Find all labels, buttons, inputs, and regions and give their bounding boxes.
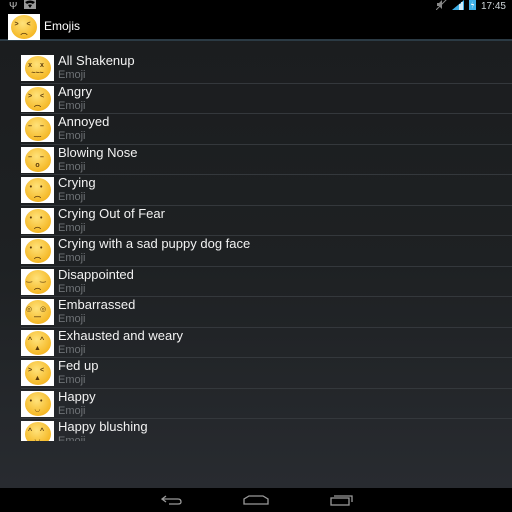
disappointed-relieved-face-icon: • • ︵ [24,239,51,263]
list-item[interactable]: > < ▲ Fed up Emoji [21,358,512,389]
emoji-thumbnail: • • ︵ [21,238,54,264]
item-title: Crying Out of Fear [58,205,165,221]
item-subtitle: Emoji [58,343,86,356]
emoji-thumbnail: ^ ^ ▲ [21,329,54,356]
recent-apps-button[interactable] [327,492,357,508]
list-item[interactable]: x x ~~~ All Shakenup Emoji [21,53,512,84]
fearful-face-icon: • • ︵ [24,208,51,233]
recent-apps-icon [330,495,353,506]
list-item[interactable]: – – o Blowing Nose Emoji [21,144,512,175]
item-title: Exhausted and weary [58,327,184,343]
app-icon[interactable]: > < ︵ [8,14,40,40]
item-subtitle: Emoji [58,191,86,203]
list-item[interactable]: • • ︵ Crying Emoji [21,175,512,206]
list-item[interactable]: > < ︵ Angry Emoji [21,83,512,114]
crying-face-icon: • • ︵ [24,178,51,202]
emoji-thumbnail: • • ︵ [21,207,54,234]
list-item[interactable]: • • ◡ Happy Emoji [21,388,512,419]
angry-face-icon: > < ︵ [24,86,51,111]
item-title: All Shakenup [58,53,135,68]
item-subtitle: Emoji [58,99,86,112]
item-subtitle: Emoji [58,313,86,325]
back-icon [161,495,182,505]
item-subtitle: Emoji [58,130,86,142]
signal-icon [451,0,464,14]
tired-face-icon: > < ▲ [24,361,51,385]
list-item[interactable]: ^ ^ ▲ Exhausted and weary Emoji [21,327,512,358]
item-subtitle: Emoji [58,160,86,173]
emoji-thumbnail: ‿ ‿ ︵ [21,268,54,295]
emoji-thumbnail: x x ~~~ [21,55,54,81]
battery-icon [468,0,476,14]
item-subtitle: Emoji [58,374,86,386]
usb-icon: Ψ [9,1,18,12]
navigation-bar [0,488,512,512]
item-title: Happy blushing [58,419,148,434]
emoji-list-container: x x ~~~ All Shakenup Emoji > < ︵ Angry Emoji – –… [0,41,512,488]
back-button[interactable] [157,492,187,508]
list-item[interactable]: ‿ ‿ ︵ Disappointed Emoji [21,266,512,297]
emoji-list[interactable]: x x ~~~ All Shakenup Emoji > < ︵ Angry Emoji – –… [21,53,512,441]
item-subtitle: Emoji [58,282,86,295]
status-bar: Ψ 17:45 [0,0,512,13]
emoji-thumbnail: > < ▲ [21,360,54,386]
item-title: Angry [58,83,92,99]
emoji-thumbnail: – – o [21,146,54,173]
confounded-face-icon: x x ~~~ [24,56,51,80]
emoji-thumbnail: > < ︵ [21,85,54,112]
emoji-thumbnail: – – ﹏ [21,116,54,142]
mute-icon [435,0,447,14]
grinning-face-icon: • • ◡ [24,391,51,416]
disappointed-face-icon: ‿ ‿ ︵ [24,269,51,294]
list-item[interactable]: • • ︵ Crying with a sad puppy dog face Emoj… [21,236,512,267]
blushing-face-icon: ^ ^ ◡ [24,422,51,441]
item-title: Crying with a sad puppy dog face [58,236,251,251]
emoji-thumbnail: • • ◡ [21,390,54,417]
emoji-thumbnail: ◎ ◎ — [21,299,54,325]
weary-face-icon: ^ ^ ▲ [24,330,51,355]
item-title: Annoyed [58,114,110,129]
item-title: Blowing Nose [58,144,138,160]
list-item[interactable]: ◎ ◎ — Embarrassed Emoji [21,297,512,328]
item-title: Fed up [58,358,99,373]
page-title: Emojis [44,19,81,33]
item-subtitle: Emoji [58,252,86,264]
wifi-icon [24,0,37,13]
flushed-face-icon: ◎ ◎ — [24,300,51,324]
home-button[interactable] [241,492,271,508]
list-item[interactable]: ^ ^ ◡ Happy blushing Emoji [21,419,512,441]
unamused-face-icon: – – ﹏ [24,117,51,141]
home-icon [243,495,269,505]
sleepy-face-icon: – – o [24,147,51,172]
list-item[interactable]: • • ︵ Crying Out of Fear Emoji [21,205,512,236]
item-subtitle: Emoji [58,435,86,441]
item-title: Embarrassed [58,297,136,312]
item-subtitle: Emoji [58,221,86,234]
item-subtitle: Emoji [58,404,86,417]
emoji-thumbnail: • • ︵ [21,177,54,203]
action-bar: > < ︵ Emojis [0,13,512,41]
item-subtitle: Emoji [58,69,86,81]
item-title: Disappointed [58,266,134,282]
emoji-thumbnail: ^ ^ ◡ [21,421,54,441]
item-title: Happy [58,388,96,404]
item-title: Crying [58,175,96,190]
clock: 17:45 [480,1,506,12]
list-item[interactable]: – – ﹏ Annoyed Emoji [21,114,512,145]
angry-face-icon: > < ︵ [11,15,37,39]
